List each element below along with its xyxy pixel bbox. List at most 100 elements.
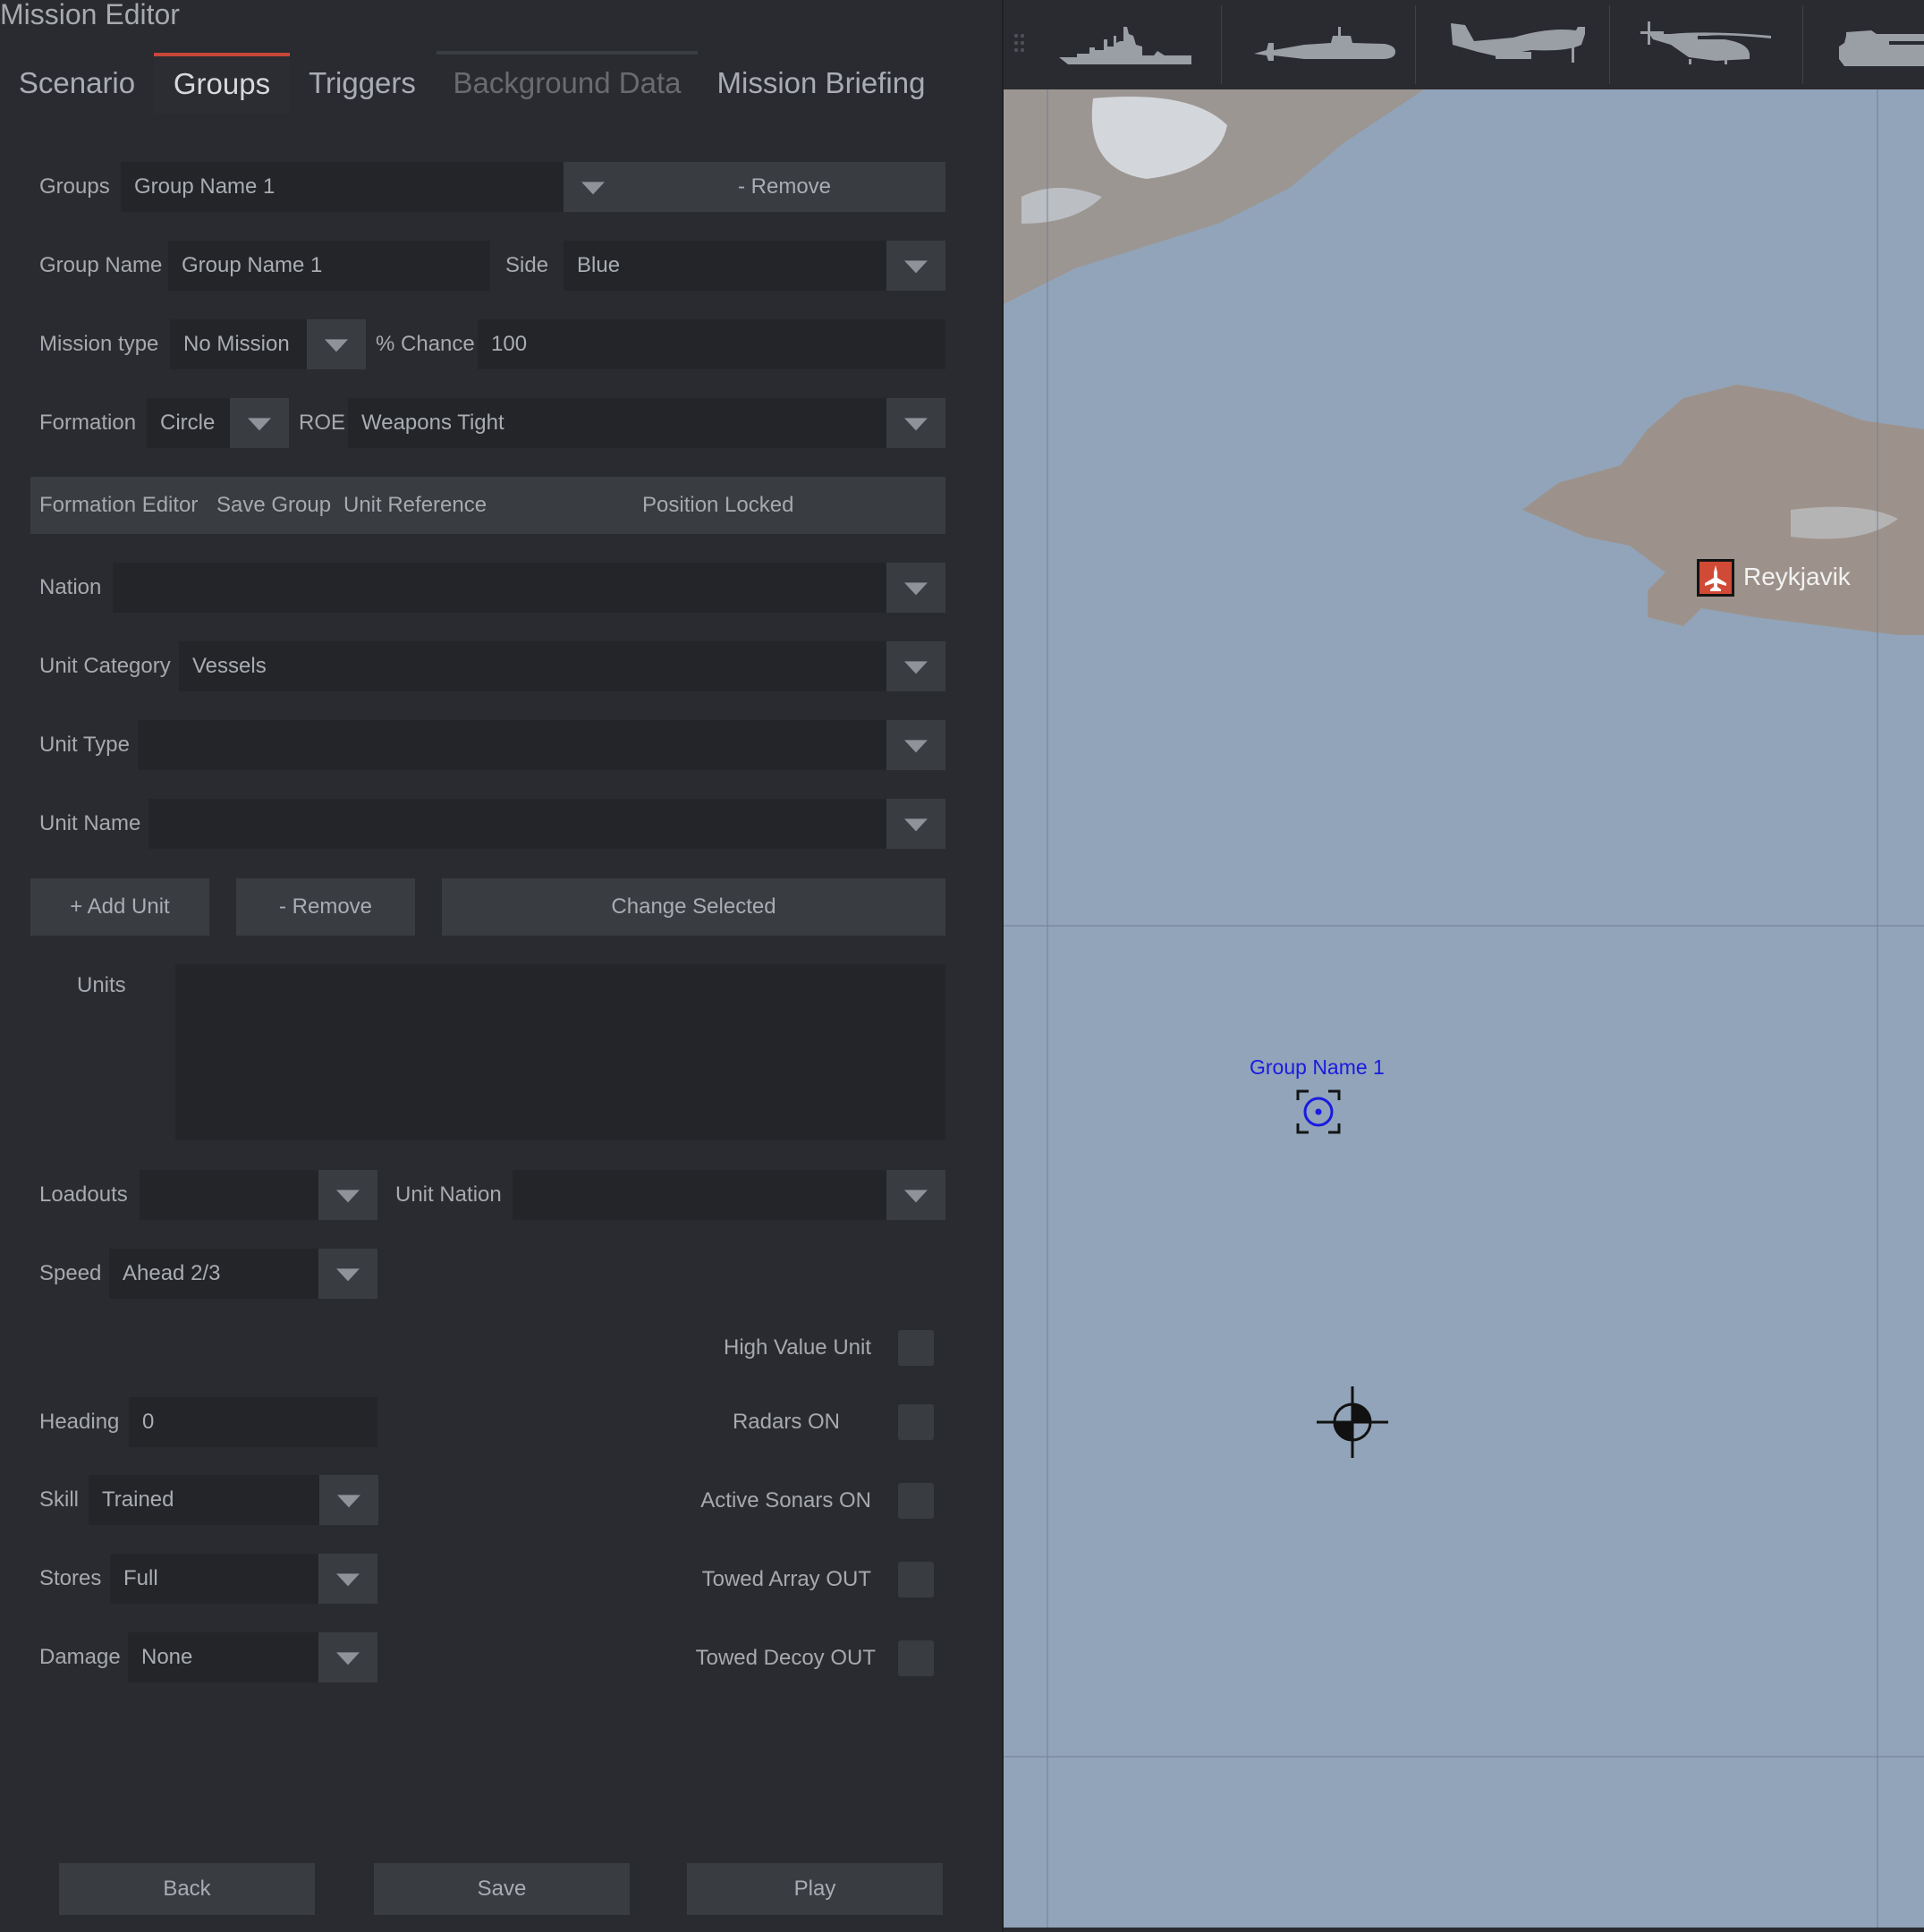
nation-label: Nation	[39, 575, 102, 599]
play-button[interactable]: Play	[687, 1863, 943, 1915]
change-selected-button[interactable]: Change Selected	[442, 878, 945, 936]
chance-input[interactable]: 100	[478, 319, 945, 369]
groups-select[interactable]: Group Name 1	[121, 162, 564, 212]
group-tools-strip: Formation Editor Save Group Unit Referen…	[30, 477, 945, 534]
unit-type-label: Unit Type	[39, 733, 130, 757]
remove-group-button[interactable]: - Remove	[564, 162, 945, 212]
unit-name-dropdown-arrow-icon[interactable]	[886, 799, 945, 849]
crosshair-reference-icon[interactable]	[1315, 1385, 1390, 1460]
remove-unit-button[interactable]: - Remove	[236, 878, 415, 936]
unit-category-select[interactable]: Vessels	[179, 641, 886, 691]
damage-select[interactable]: None	[128, 1632, 318, 1682]
roe-dropdown-arrow-icon[interactable]	[886, 398, 945, 448]
active-sonars-on-checkbox[interactable]	[898, 1483, 934, 1519]
loadouts-select[interactable]	[140, 1170, 318, 1220]
unit-nation-dropdown-arrow-icon[interactable]	[886, 1170, 945, 1220]
roe-select[interactable]: Weapons Tight	[348, 398, 886, 448]
radars-on-checkbox[interactable]	[898, 1404, 934, 1440]
unit-type-dropdown-arrow-icon[interactable]	[886, 720, 945, 770]
skill-label: Skill	[39, 1487, 80, 1512]
mission-type-dropdown-arrow-icon[interactable]	[307, 319, 366, 369]
map-grid-line	[1004, 925, 1924, 927]
towed-array-out-label: Towed Array OUT	[701, 1567, 871, 1591]
ship-icon[interactable]	[1057, 0, 1197, 89]
units-label: Units	[77, 973, 126, 997]
nation-select[interactable]	[113, 563, 886, 613]
unit-name-select[interactable]	[148, 799, 886, 849]
map-grid-line	[1047, 89, 1048, 1928]
group-marker-label[interactable]: Group Name 1	[1250, 1055, 1385, 1080]
map-grid-line	[1877, 89, 1878, 1928]
side-label: Side	[505, 253, 549, 277]
speed-label: Speed	[39, 1261, 102, 1285]
damage-label: Damage	[39, 1645, 121, 1669]
map-view[interactable]: Reykjavik Group Name 1	[1004, 89, 1924, 1928]
mission-type-select[interactable]: No Mission	[170, 319, 307, 369]
units-list[interactable]	[175, 964, 945, 1140]
unit-nation-label: Unit Nation	[395, 1182, 502, 1207]
damage-dropdown-arrow-icon[interactable]	[318, 1632, 377, 1682]
loadouts-label: Loadouts	[39, 1182, 128, 1207]
unit-category-dropdown-arrow-icon[interactable]	[886, 641, 945, 691]
tab-background-data[interactable]: Background Data	[438, 53, 696, 114]
mission-type-label: Mission type	[39, 332, 159, 356]
nation-dropdown-arrow-icon[interactable]	[886, 563, 945, 613]
tab-mission-briefing[interactable]: Mission Briefing	[707, 53, 936, 114]
unit-palette-toolbar	[1004, 0, 1924, 89]
toolbar-separator	[1802, 5, 1803, 84]
mission-editor-panel: Mission Editor Scenario Groups Triggers …	[0, 0, 1002, 1932]
group-name-input[interactable]: Group Name 1	[168, 241, 490, 291]
side-dropdown-arrow-icon[interactable]	[886, 241, 945, 291]
radars-on-label: Radars ON	[732, 1410, 840, 1434]
position-locked-toggle[interactable]: Position Locked	[642, 477, 793, 534]
tab-triggers[interactable]: Triggers	[297, 53, 428, 114]
tank-icon[interactable]	[1835, 0, 1924, 89]
roe-label: ROE	[299, 411, 346, 435]
airbase-label[interactable]: Reykjavik	[1743, 563, 1851, 591]
stores-select[interactable]: Full	[110, 1554, 318, 1604]
window-title: Mission Editor	[0, 0, 180, 30]
skill-dropdown-arrow-icon[interactable]	[319, 1475, 378, 1525]
aircraft-icon[interactable]	[1442, 0, 1594, 89]
towed-decoy-out-checkbox[interactable]	[898, 1640, 934, 1676]
unit-type-select[interactable]	[138, 720, 886, 770]
heading-input[interactable]: 0	[129, 1397, 377, 1447]
formation-label: Formation	[39, 411, 137, 435]
speed-dropdown-arrow-icon[interactable]	[318, 1249, 377, 1299]
submarine-icon[interactable]	[1250, 0, 1403, 89]
unit-name-label: Unit Name	[39, 811, 141, 835]
helicopter-icon[interactable]	[1635, 0, 1787, 89]
high-value-unit-checkbox[interactable]	[898, 1330, 934, 1366]
tab-groups[interactable]: Groups	[154, 53, 290, 114]
towed-decoy-out-label: Towed Decoy OUT	[695, 1646, 876, 1670]
group-name-label: Group Name	[39, 253, 163, 277]
save-group-button[interactable]: Save Group	[216, 477, 331, 534]
surface-group-icon[interactable]	[1296, 1089, 1341, 1134]
skill-select[interactable]: Trained	[89, 1475, 319, 1525]
save-button[interactable]: Save	[374, 1863, 630, 1915]
groups-label: Groups	[39, 174, 110, 199]
loadouts-dropdown-arrow-icon[interactable]	[318, 1170, 377, 1220]
toolbar-separator	[1221, 5, 1222, 84]
terrain-layer	[1004, 89, 1924, 635]
active-sonars-on-label: Active Sonars ON	[700, 1488, 871, 1513]
drag-handle-icon[interactable]	[1014, 34, 1025, 54]
chance-label: % Chance	[376, 332, 475, 356]
map-grid-line	[1004, 1756, 1924, 1758]
airbase-icon[interactable]	[1697, 559, 1734, 597]
formation-editor-button[interactable]: Formation Editor	[39, 477, 198, 534]
speed-select[interactable]: Ahead 2/3	[109, 1249, 318, 1299]
side-select[interactable]: Blue	[564, 241, 886, 291]
towed-array-out-checkbox[interactable]	[898, 1562, 934, 1597]
back-button[interactable]: Back	[59, 1863, 315, 1915]
high-value-unit-label: High Value Unit	[724, 1335, 871, 1360]
stores-dropdown-arrow-icon[interactable]	[318, 1554, 377, 1604]
unit-nation-select[interactable]	[513, 1170, 886, 1220]
toolbar-separator	[1609, 5, 1610, 84]
tab-scenario[interactable]: Scenario	[9, 53, 145, 114]
formation-select[interactable]: Circle	[147, 398, 230, 448]
add-unit-button[interactable]: + Add Unit	[30, 878, 209, 936]
unit-reference-button[interactable]: Unit Reference	[343, 477, 487, 534]
groups-dropdown-arrow-icon[interactable]	[564, 162, 623, 212]
formation-dropdown-arrow-icon[interactable]	[230, 398, 289, 448]
